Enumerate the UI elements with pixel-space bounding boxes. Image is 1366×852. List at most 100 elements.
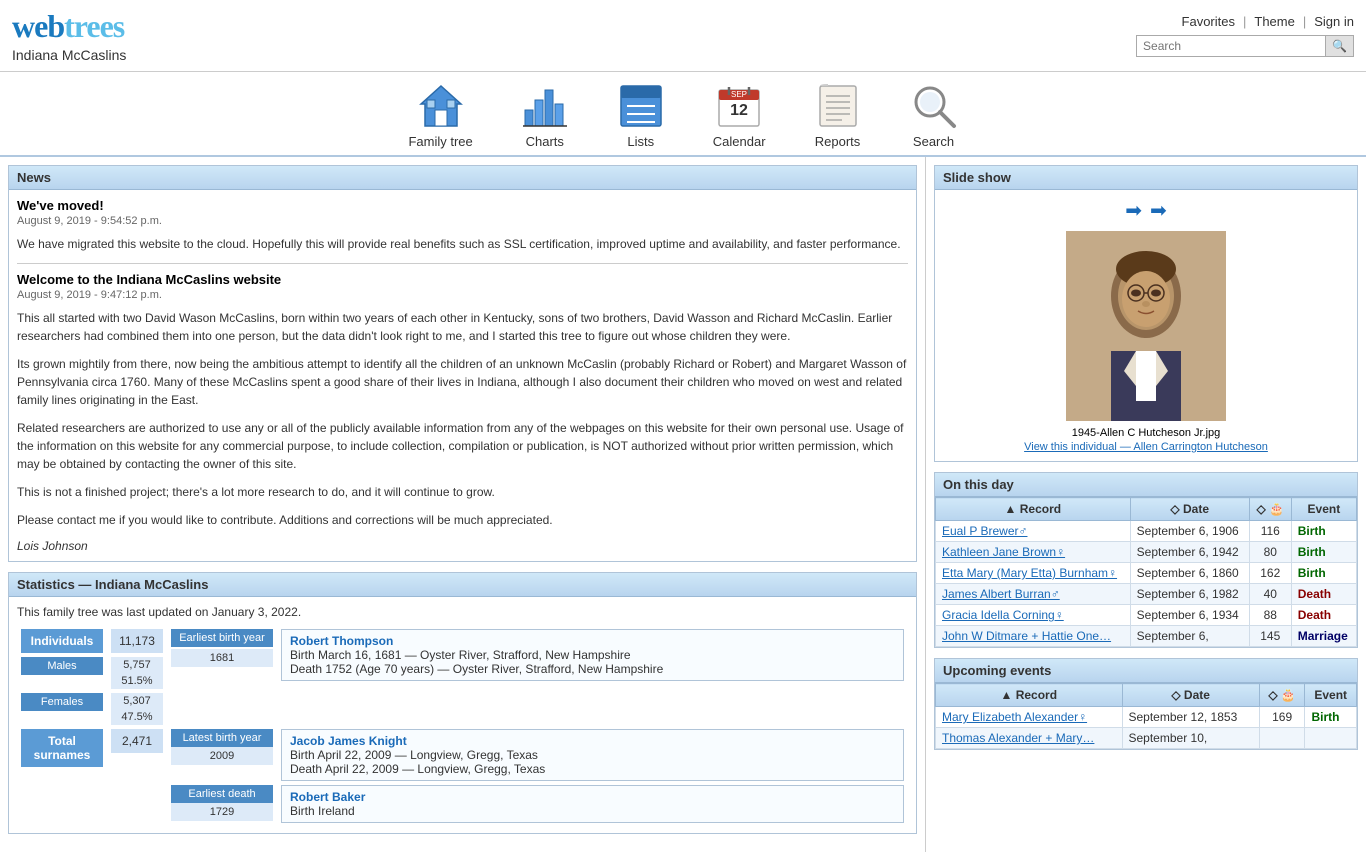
earliest-death-year: 1729	[171, 803, 273, 821]
nav-label-family-tree: Family tree	[408, 134, 472, 149]
age-cell: 40	[1249, 584, 1291, 605]
record-link[interactable]: Etta Mary (Mary Etta) Burnham♀	[942, 566, 1117, 580]
nav-label-charts: Charts	[526, 134, 564, 149]
individuals-value: 11,173	[111, 629, 163, 653]
theme-link[interactable]: Theme	[1254, 14, 1294, 29]
earliest-death-name: Robert Baker	[290, 790, 895, 804]
record-link[interactable]: Thomas Alexander + Mary…	[942, 731, 1094, 745]
age-cell: 145	[1249, 626, 1291, 647]
record-link[interactable]: Eual P Brewer♂	[942, 524, 1027, 538]
record-link[interactable]: James Albert Burran♂	[942, 587, 1060, 601]
latest-birth-death: Death April 22, 2009 — Longview, Gregg, …	[290, 762, 895, 776]
upcoming-date-label: Date	[1184, 688, 1210, 702]
males-value: 5,757	[111, 657, 163, 673]
up-sort-icon: ▲	[1000, 688, 1012, 702]
nav-item-family-tree[interactable]: Family tree	[384, 76, 496, 155]
header-left: webtrees Indiana McCaslins	[12, 8, 126, 63]
on-this-day-section: On this day ▲ Record ◇ Date	[934, 472, 1358, 648]
females-label: Females	[21, 693, 103, 711]
logo[interactable]: webtrees	[12, 8, 126, 45]
event-cell: Birth	[1291, 563, 1356, 584]
date-cell: September 6, 1942	[1130, 542, 1249, 563]
males-pct: 51.5%	[111, 673, 163, 689]
slideshow-prev[interactable]: ➡	[1125, 198, 1142, 223]
upcoming-record-label: Record	[1016, 688, 1057, 702]
earliest-birth-death: Death 1752 (Age 70 years) — Oyster River…	[290, 662, 895, 676]
nav-item-search[interactable]: Search	[886, 76, 982, 155]
stat-cell	[17, 783, 167, 825]
age-cell: 162	[1249, 563, 1291, 584]
signin-link[interactable]: Sign in	[1314, 14, 1354, 29]
upcoming-col-event[interactable]: Event	[1305, 684, 1357, 707]
stats-intro: This family tree was last updated on Jan…	[17, 605, 908, 619]
earliest-birth-name: Robert Thompson	[290, 634, 895, 648]
up-sort-icon-3: ◇	[1268, 688, 1277, 702]
news-section: News We've moved! August 9, 2019 - 9:54:…	[8, 165, 917, 562]
stats-earliest-death-row: Earliest death 1729 Robert Baker Birth I…	[17, 783, 908, 825]
up-sort-icon-2: ◇	[1171, 688, 1180, 702]
nav-item-charts[interactable]: Charts	[497, 76, 593, 155]
latest-birth-label: Latest birth year	[171, 729, 273, 747]
age-cell: 88	[1249, 605, 1291, 626]
latest-birth-detail: Jacob James Knight Birth April 22, 2009 …	[281, 729, 904, 781]
date-cell: September 6, 1860	[1130, 563, 1249, 584]
header-links: Favorites | Theme | Sign in	[1182, 14, 1354, 29]
stat-cell: Total surnames	[17, 727, 107, 783]
record-link[interactable]: John W Ditmare + Hattie One…	[942, 629, 1111, 643]
record-link[interactable]: Kathleen Jane Brown♀	[942, 545, 1065, 559]
sort-up-icon: ▲	[1005, 502, 1017, 516]
on-this-day-header: On this day	[935, 473, 1357, 497]
search-input[interactable]	[1136, 35, 1326, 57]
earliest-birth-label: Earliest birth year	[171, 629, 273, 647]
upcoming-events-header: Upcoming events	[935, 659, 1357, 683]
upcoming-col-record[interactable]: ▲ Record	[936, 684, 1123, 707]
col-header-event[interactable]: Event	[1291, 498, 1356, 521]
slideshow-header: Slide show	[935, 166, 1357, 190]
earliest-birth-birth: Birth March 16, 1681 — Oyster River, Str…	[290, 648, 895, 662]
upcoming-events-rows: Mary Elizabeth Alexander♀ September 12, …	[936, 707, 1357, 749]
event-cell: Death	[1291, 584, 1356, 605]
col-header-date[interactable]: ◇ Date	[1130, 498, 1249, 521]
table-header-row: ▲ Record ◇ Date ◇ 🎂	[936, 498, 1357, 521]
list-icon	[617, 82, 665, 130]
record-link[interactable]: Mary Elizabeth Alexander♀	[942, 710, 1087, 724]
females-pct: 47.5%	[111, 709, 163, 725]
upcoming-events-table: ▲ Record ◇ Date ◇ 🎂	[935, 683, 1357, 749]
upcoming-col-age[interactable]: ◇ 🎂	[1259, 684, 1305, 707]
upcoming-header-row: ▲ Record ◇ Date ◇ 🎂	[936, 684, 1357, 707]
col-header-age[interactable]: ◇ 🎂	[1249, 498, 1291, 521]
calendar-icon: 12 SEP	[715, 82, 763, 130]
surnames-label: Total surnames	[21, 729, 103, 767]
stat-cell: Males	[17, 655, 107, 691]
individuals-label: Individuals	[21, 629, 103, 653]
upcoming-events-body: ▲ Record ◇ Date ◇ 🎂	[935, 683, 1357, 749]
slideshow-image	[1066, 231, 1226, 421]
search-button[interactable]: 🔍	[1326, 35, 1354, 57]
upcoming-events-section: Upcoming events ▲ Record ◇ Date	[934, 658, 1358, 750]
event-cell: Death	[1291, 605, 1356, 626]
table-row: Thomas Alexander + Mary… September 10,	[936, 728, 1357, 749]
nav-item-lists[interactable]: Lists	[593, 76, 689, 155]
earliest-death-birth: Birth Ireland	[290, 804, 895, 818]
upcoming-col-date[interactable]: ◇ Date	[1122, 684, 1259, 707]
date-cell: September 6,	[1130, 626, 1249, 647]
event-cell	[1305, 728, 1357, 749]
col-event-label: Event	[1308, 502, 1341, 516]
date-cell: September 6, 1982	[1130, 584, 1249, 605]
slideshow-next[interactable]: ➡	[1150, 198, 1167, 223]
nav-label-search: Search	[913, 134, 954, 149]
slideshow-link[interactable]: View this individual — Allen Carrington …	[943, 441, 1349, 453]
nav-label-lists: Lists	[627, 134, 654, 149]
col-header-record[interactable]: ▲ Record	[936, 498, 1131, 521]
table-row: Mary Elizabeth Alexander♀ September 12, …	[936, 707, 1357, 728]
stat-cell: Individuals	[17, 627, 107, 655]
date-cell: September 6, 1906	[1130, 521, 1249, 542]
record-link[interactable]: Gracia Idella Corning♀	[942, 608, 1064, 622]
sort-up-icon-2: ◇	[1170, 502, 1179, 516]
nav-item-calendar[interactable]: 12 SEP Calendar	[689, 76, 790, 155]
nav-item-reports[interactable]: Reports	[790, 76, 886, 155]
news-header: News	[9, 166, 916, 190]
site-title: Indiana McCaslins	[12, 47, 126, 63]
favorites-link[interactable]: Favorites	[1182, 14, 1235, 29]
upcoming-event-label: Event	[1314, 688, 1347, 702]
